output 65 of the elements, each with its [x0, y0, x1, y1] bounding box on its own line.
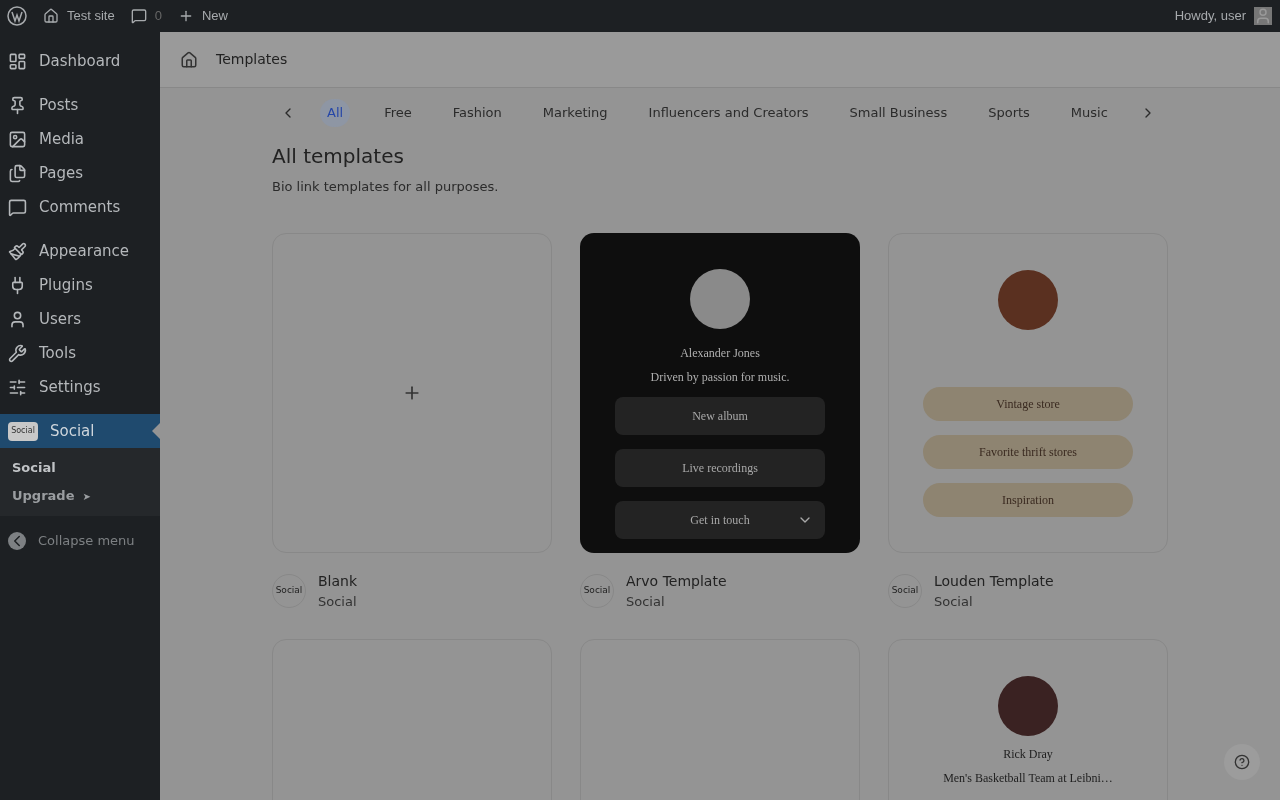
- section-heading: All templates: [272, 143, 405, 170]
- sliders-icon: [8, 377, 27, 397]
- link-button[interactable]: Live recordings: [615, 448, 825, 487]
- sidebar-item[interactable]: Appearance: [0, 234, 160, 268]
- profile-name: Alexander Jones: [680, 344, 760, 361]
- submenu-item[interactable]: Social: [0, 454, 160, 482]
- page-title: Templates: [216, 50, 288, 69]
- sidebar-item[interactable]: Dashboard: [0, 44, 160, 78]
- site-link[interactable]: Test site: [43, 6, 115, 26]
- logo-icon: Social: [8, 421, 38, 441]
- link-button[interactable]: Vintage store: [923, 386, 1133, 421]
- template-category: Social: [934, 592, 974, 611]
- comment-icon: [130, 8, 147, 24]
- link-button[interactable]: Get in touch: [615, 500, 825, 539]
- pointer-icon: [152, 423, 160, 439]
- home-icon[interactable]: [180, 50, 198, 69]
- sidebar-item[interactable]: Settings: [0, 370, 160, 404]
- category-tab[interactable]: Influencers and Creators: [641, 99, 816, 127]
- template-card[interactable]: Alexander Jones Driven by passion for music. New album Live recordings Get in touch: [580, 232, 860, 553]
- new-link[interactable]: New: [177, 6, 228, 26]
- help-button[interactable]: [1224, 744, 1260, 780]
- profile-bio: Men's Basketball Team at Leibni…: [943, 770, 1113, 786]
- sidebar-item[interactable]: Pages: [0, 156, 160, 190]
- category-tab[interactable]: Fashion: [445, 99, 509, 127]
- comments-icon: [8, 197, 27, 217]
- category-tab[interactable]: Marketing: [535, 99, 615, 127]
- home-icon: [43, 8, 59, 24]
- sidebar-item[interactable]: Media: [0, 122, 160, 156]
- sidebar-item[interactable]: Users: [0, 302, 160, 336]
- user-icon: [8, 309, 27, 329]
- photo-placeholder: [998, 676, 1058, 736]
- wrench-icon: [8, 343, 27, 363]
- sidebar-item[interactable]: Comments: [0, 190, 160, 224]
- template-card[interactable]: Vintage store Favorite thrift stores Inspiration: [888, 232, 1168, 553]
- profile-name: Rick Dray: [1003, 746, 1053, 762]
- help-icon: [1234, 754, 1250, 770]
- greeting-link[interactable]: Howdy, user: [1174, 6, 1246, 26]
- template-name[interactable]: Arvo Template: [626, 570, 727, 592]
- template-category: Social: [318, 592, 358, 611]
- link-button[interactable]: Inspiration: [923, 482, 1133, 517]
- sidebar-item[interactable]: Posts: [0, 88, 160, 122]
- section-description: Bio link templates for all purposes.: [272, 178, 500, 196]
- category-tab[interactable]: Music: [1063, 99, 1115, 127]
- category-tab[interactable]: Small Business: [842, 99, 955, 127]
- sidebar-item[interactable]: Social Social: [0, 414, 160, 448]
- collapse-icon: [8, 532, 26, 550]
- wordpress-logo-icon[interactable]: [7, 6, 27, 26]
- submenu-item[interactable]: Upgrade ➤: [0, 482, 160, 510]
- dashboard-icon: [8, 51, 27, 71]
- sidebar-item[interactable]: Plugins: [0, 268, 160, 302]
- media-icon: [8, 129, 27, 149]
- template-name[interactable]: Blank: [318, 570, 358, 592]
- link-button[interactable]: New album: [615, 396, 825, 435]
- collapse-menu[interactable]: Collapse menu: [0, 524, 160, 558]
- pin-icon: [8, 95, 27, 115]
- link-button[interactable]: Favorite thrift stores: [923, 434, 1133, 469]
- category-tab[interactable]: Free: [377, 99, 419, 127]
- template-name[interactable]: Louden Template: [934, 570, 1054, 592]
- brush-icon: [8, 241, 27, 261]
- category-tab[interactable]: Sports: [981, 99, 1037, 127]
- sidebar-item[interactable]: Tools: [0, 336, 160, 370]
- template-card[interactable]: Rick Dray Men's Basketball Team at Leibni…: [888, 639, 1168, 800]
- profile-bio: Driven by passion for music.: [650, 368, 790, 385]
- template-category: Social: [626, 592, 666, 611]
- pages-icon: [8, 163, 27, 183]
